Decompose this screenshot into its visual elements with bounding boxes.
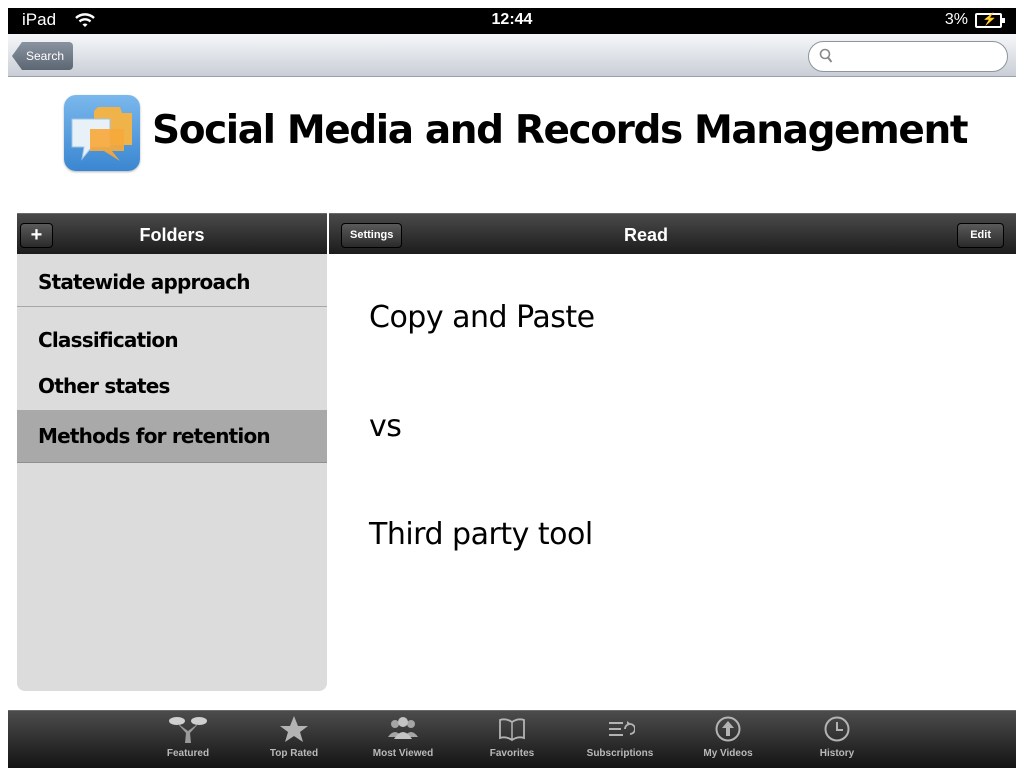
content-line: vs (369, 409, 402, 444)
tab-label: Subscriptions (586, 748, 654, 759)
back-search-button[interactable]: Search (12, 42, 74, 70)
search-icon (819, 48, 833, 69)
folders-list: Statewide approach Classification Other … (17, 254, 327, 691)
content-line: Copy and Paste (369, 300, 595, 335)
tab-subscriptions[interactable]: Subscriptions (575, 715, 665, 767)
tab-label: Most Viewed (372, 748, 434, 759)
read-title: Read (623, 225, 668, 245)
folder-item-statewide-approach[interactable]: Statewide approach (17, 270, 327, 306)
tab-label: Favorites (489, 748, 535, 759)
tab-label: Featured (166, 748, 210, 759)
subscriptions-icon (609, 721, 635, 736)
search-field[interactable] (808, 41, 1008, 72)
folder-item-classification[interactable]: Classification (17, 328, 327, 362)
tab-most-viewed[interactable]: Most Viewed (358, 715, 448, 767)
folder-item-methods-for-retention[interactable]: Methods for retention (17, 410, 327, 463)
folder-item-other-states[interactable]: Other states (17, 374, 327, 408)
star-icon (280, 716, 308, 742)
edit-button[interactable]: Edit (957, 223, 1004, 248)
tab-featured[interactable]: Featured (143, 715, 233, 767)
content-line: Third party tool (369, 517, 593, 552)
navigation-bar: Search (8, 34, 1016, 77)
page-title: Social Media and Records Management (152, 108, 968, 153)
tab-label: History (819, 748, 855, 759)
featured-icon (169, 717, 207, 743)
tab-my-videos[interactable]: My Videos (683, 715, 773, 767)
tab-label: My Videos (703, 748, 753, 759)
folders-title: Folders (139, 225, 205, 245)
app-logo-icon (64, 95, 140, 171)
read-header: Settings Read Edit (329, 213, 1016, 254)
battery-percent: 3% (944, 11, 968, 28)
clock-icon (824, 716, 850, 742)
tab-bar: Featured Top Rated Most Viewed Favorites (8, 710, 1016, 768)
book-icon (499, 718, 525, 742)
tab-favorites[interactable]: Favorites (467, 715, 557, 767)
battery-icon: ⚡ (975, 12, 1005, 28)
status-bar: iPad 12:44 3% ⚡ (8, 8, 1016, 34)
upload-icon (715, 716, 741, 742)
tab-label: Top Rated (269, 748, 319, 759)
read-content: Copy and Paste vs Third party tool (329, 254, 1016, 694)
folders-header: + Folders (17, 213, 327, 254)
search-input[interactable] (839, 46, 999, 68)
people-icon (388, 717, 418, 739)
tab-history[interactable]: History (792, 715, 882, 767)
tab-top-rated[interactable]: Top Rated (249, 715, 339, 767)
clock: 12:44 (491, 11, 533, 28)
folder-divider (17, 306, 327, 307)
